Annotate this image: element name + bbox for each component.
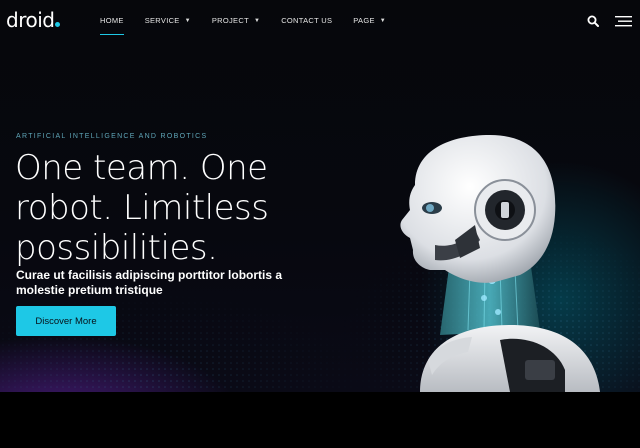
brand-logo[interactable]: droid — [6, 8, 61, 32]
nav-label: SERVICE — [144, 16, 180, 25]
robot-head-illustration — [400, 135, 600, 392]
search-icon[interactable] — [587, 15, 599, 27]
nav-label: PROJECT — [211, 16, 249, 25]
nav-item-home[interactable]: HOME — [100, 16, 124, 35]
hamburger-menu-icon[interactable] — [615, 15, 632, 27]
discover-more-button[interactable]: Discover More — [16, 306, 116, 336]
nav-item-page[interactable]: PAGE ▼ — [353, 16, 386, 25]
chevron-down-icon: ▼ — [184, 18, 191, 24]
nav-label: CONTACT US — [281, 16, 333, 25]
main-nav: HOME SERVICE ▼ PROJECT ▼ CONTACT US PAGE ▼ — [100, 16, 407, 35]
hero-headline: One team. One robot. Limitless possibili… — [15, 148, 269, 268]
nav-item-contact[interactable]: CONTACT US — [281, 16, 332, 25]
chevron-down-icon: ▼ — [379, 18, 386, 24]
nav-item-service[interactable]: SERVICE ▼ — [145, 16, 191, 25]
hero-eyebrow: ARTIFICIAL INTELLIGENCE AND ROBOTICS — [16, 133, 208, 140]
logo-dot-icon — [55, 22, 61, 27]
page: droid HOME SERVICE ▼ PROJECT ▼ CONTACT US … — [0, 0, 640, 448]
hero-subline: Curae ut facilisis adipiscing porttitor … — [16, 268, 283, 297]
nav-item-project[interactable]: PROJECT ▼ — [212, 16, 260, 25]
nav-label: HOME — [100, 16, 124, 25]
brand-name: droid — [6, 8, 55, 32]
hero-section: droid HOME SERVICE ▼ PROJECT ▼ CONTACT US … — [0, 0, 640, 392]
chevron-down-icon: ▼ — [253, 18, 261, 24]
bottom-band — [0, 392, 640, 448]
nav-label: PAGE — [353, 16, 375, 25]
